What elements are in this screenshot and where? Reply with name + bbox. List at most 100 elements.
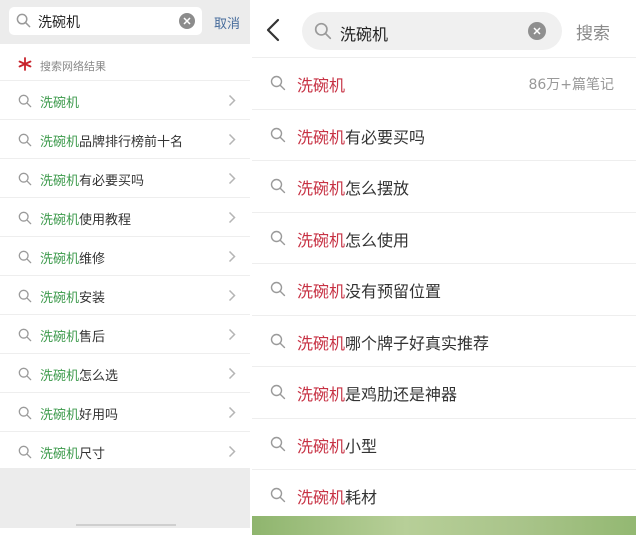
- suggestion-keyword: 洗碗机: [297, 127, 346, 147]
- left-suggestion-item[interactable]: 洗碗机有必要买吗: [0, 158, 250, 197]
- suggestion-rest: 耗材: [345, 488, 378, 507]
- suggestion-text: 洗碗机怎么摆放: [297, 175, 409, 199]
- search-icon: [18, 171, 32, 190]
- chevron-right-icon: [228, 172, 236, 185]
- search-icon: [270, 127, 286, 147]
- chevron-right-icon: [228, 367, 236, 380]
- suggestion-keyword: 洗碗机: [40, 369, 80, 384]
- left-search-panel: 洗碗机 取消 搜索网络结果 洗碗机 洗碗机品牌排行榜前十名 洗碗机有必要买吗 洗碗机使…: [0, 0, 250, 528]
- right-suggestion-item[interactable]: 洗碗机耗材: [252, 469, 636, 521]
- cancel-button[interactable]: 取消: [214, 13, 240, 32]
- left-search-bar: 洗碗机 取消: [0, 0, 250, 44]
- search-icon: [270, 178, 286, 198]
- back-arrow-icon[interactable]: [266, 18, 280, 42]
- search-icon: [270, 281, 286, 301]
- suggestion-text: 洗碗机没有预留位置: [297, 278, 441, 302]
- left-suggestion-item[interactable]: 洗碗机售后: [0, 314, 250, 353]
- suggestion-keyword: 洗碗机: [297, 76, 346, 95]
- suggestion-rest: 有必要买吗: [345, 127, 426, 147]
- suggestion-text: 洗碗机有必要买吗: [40, 170, 144, 189]
- suggestion-rest: 怎么使用: [345, 230, 410, 250]
- suggestion-text: 洗碗机是鸡肋还是神器: [297, 381, 457, 405]
- right-search-panel: 洗碗机 搜索 洗碗机 86万+篇笔记 洗碗机有必要买吗 洗碗机怎么摆放 洗碗机怎么使用洗…: [252, 0, 636, 535]
- suggestion-rest: 安装: [79, 291, 106, 306]
- chevron-right-icon: [228, 250, 236, 263]
- suggestion-text: 洗碗机怎么使用: [297, 227, 409, 251]
- chevron-right-icon: [228, 328, 236, 341]
- search-icon: [18, 210, 32, 229]
- suggestion-keyword: 洗碗机: [297, 385, 346, 404]
- right-suggestion-item[interactable]: 洗碗机有必要买吗: [252, 108, 636, 161]
- suggestion-keyword: 洗碗机: [40, 330, 80, 345]
- home-indicator: [76, 524, 176, 526]
- left-search-input[interactable]: 洗碗机: [9, 7, 202, 35]
- suggestion-rest: 怎么摆放: [345, 179, 410, 198]
- suggestion-rest: 售后: [79, 330, 106, 345]
- search-icon: [18, 93, 32, 112]
- left-suggestion-item[interactable]: 洗碗机: [0, 80, 250, 119]
- suggestion-keyword: 洗碗机: [40, 174, 80, 189]
- search-icon: [270, 436, 286, 456]
- suggestion-keyword: 洗碗机: [40, 408, 80, 423]
- suggestion-text: 洗碗机哪个牌子好真实推荐: [297, 330, 489, 354]
- suggestion-rest: 没有预留位置: [345, 282, 442, 301]
- suggestion-keyword: 洗碗机: [40, 135, 80, 150]
- left-suggestion-item[interactable]: 洗碗机维修: [0, 236, 250, 275]
- chevron-right-icon: [228, 445, 236, 458]
- left-suggestion-item[interactable]: 洗碗机好用吗: [0, 392, 250, 431]
- suggestion-text: 洗碗机耗材: [297, 484, 377, 508]
- suggestion-rest: 尺寸: [79, 447, 106, 462]
- suggestion-rest: 哪个牌子好真实推荐: [345, 333, 490, 353]
- search-icon: [18, 327, 32, 346]
- suggestion-rest: 有必要买吗: [79, 174, 145, 189]
- right-suggestion-item[interactable]: 洗碗机哪个牌子好真实推荐: [252, 314, 636, 367]
- suggestion-text: 洗碗机使用教程: [40, 209, 131, 228]
- suggestion-keyword: 洗碗机: [297, 282, 346, 301]
- left-suggestion-item[interactable]: 洗碗机使用教程: [0, 197, 250, 236]
- web-results-header: 搜索网络结果: [0, 50, 250, 78]
- suggestion-rest: 品牌排行榜前十名: [79, 135, 184, 150]
- suggestion-text: 洗碗机怎么选: [40, 365, 118, 384]
- suggestion-keyword: 洗碗机: [40, 252, 80, 267]
- suggestion-text: 洗碗机品牌排行榜前十名: [40, 131, 183, 150]
- right-suggestion-item[interactable]: 洗碗机 86万+篇笔记: [252, 57, 636, 109]
- clear-icon[interactable]: [528, 22, 546, 40]
- search-icon: [16, 13, 31, 28]
- right-suggestion-item[interactable]: 洗碗机怎么摆放: [252, 160, 636, 212]
- right-suggestion-item[interactable]: 洗碗机是鸡肋还是神器: [252, 366, 636, 418]
- left-suggestion-item[interactable]: 洗碗机安装: [0, 275, 250, 314]
- search-icon: [18, 249, 32, 268]
- right-search-input[interactable]: 洗碗机: [302, 12, 562, 50]
- search-icon: [18, 288, 32, 307]
- chevron-right-icon: [228, 94, 236, 107]
- section-title: 搜索网络结果: [40, 60, 106, 73]
- suggestion-text: 洗碗机尺寸: [40, 443, 105, 462]
- suggestion-text: 洗碗机安装: [40, 287, 105, 306]
- search-icon: [270, 487, 286, 507]
- suggestion-text: 洗碗机: [297, 72, 345, 96]
- search-icon: [270, 384, 286, 404]
- chevron-right-icon: [228, 406, 236, 419]
- suggestion-keyword: 洗碗机: [40, 447, 80, 462]
- chevron-right-icon: [228, 133, 236, 146]
- right-suggestion-item[interactable]: 洗碗机怎么使用: [252, 211, 636, 264]
- suggestion-text: 洗碗机售后: [40, 326, 105, 345]
- chevron-right-icon: [228, 211, 236, 224]
- search-button[interactable]: 搜索: [576, 19, 610, 44]
- search-icon: [18, 405, 32, 424]
- suggestion-keyword: 洗碗机: [297, 436, 346, 456]
- search-icon: [270, 230, 286, 250]
- search-icon: [270, 333, 286, 353]
- suggestion-text: 洗碗机小型: [297, 433, 377, 457]
- suggestion-text: 洗碗机好用吗: [40, 404, 118, 423]
- left-suggestion-item[interactable]: 洗碗机品牌排行榜前十名: [0, 119, 250, 158]
- search-icon: [18, 132, 32, 151]
- right-suggestion-item[interactable]: 洗碗机小型: [252, 417, 636, 470]
- left-suggestion-item[interactable]: 洗碗机尺寸: [0, 431, 250, 470]
- clear-icon[interactable]: [179, 13, 195, 29]
- suggestion-keyword: 洗碗机: [297, 230, 346, 250]
- right-suggestion-item[interactable]: 洗碗机没有预留位置: [252, 263, 636, 315]
- suggestion-keyword: 洗碗机: [40, 291, 80, 306]
- search-icon: [314, 22, 332, 40]
- left-suggestion-item[interactable]: 洗碗机怎么选: [0, 353, 250, 392]
